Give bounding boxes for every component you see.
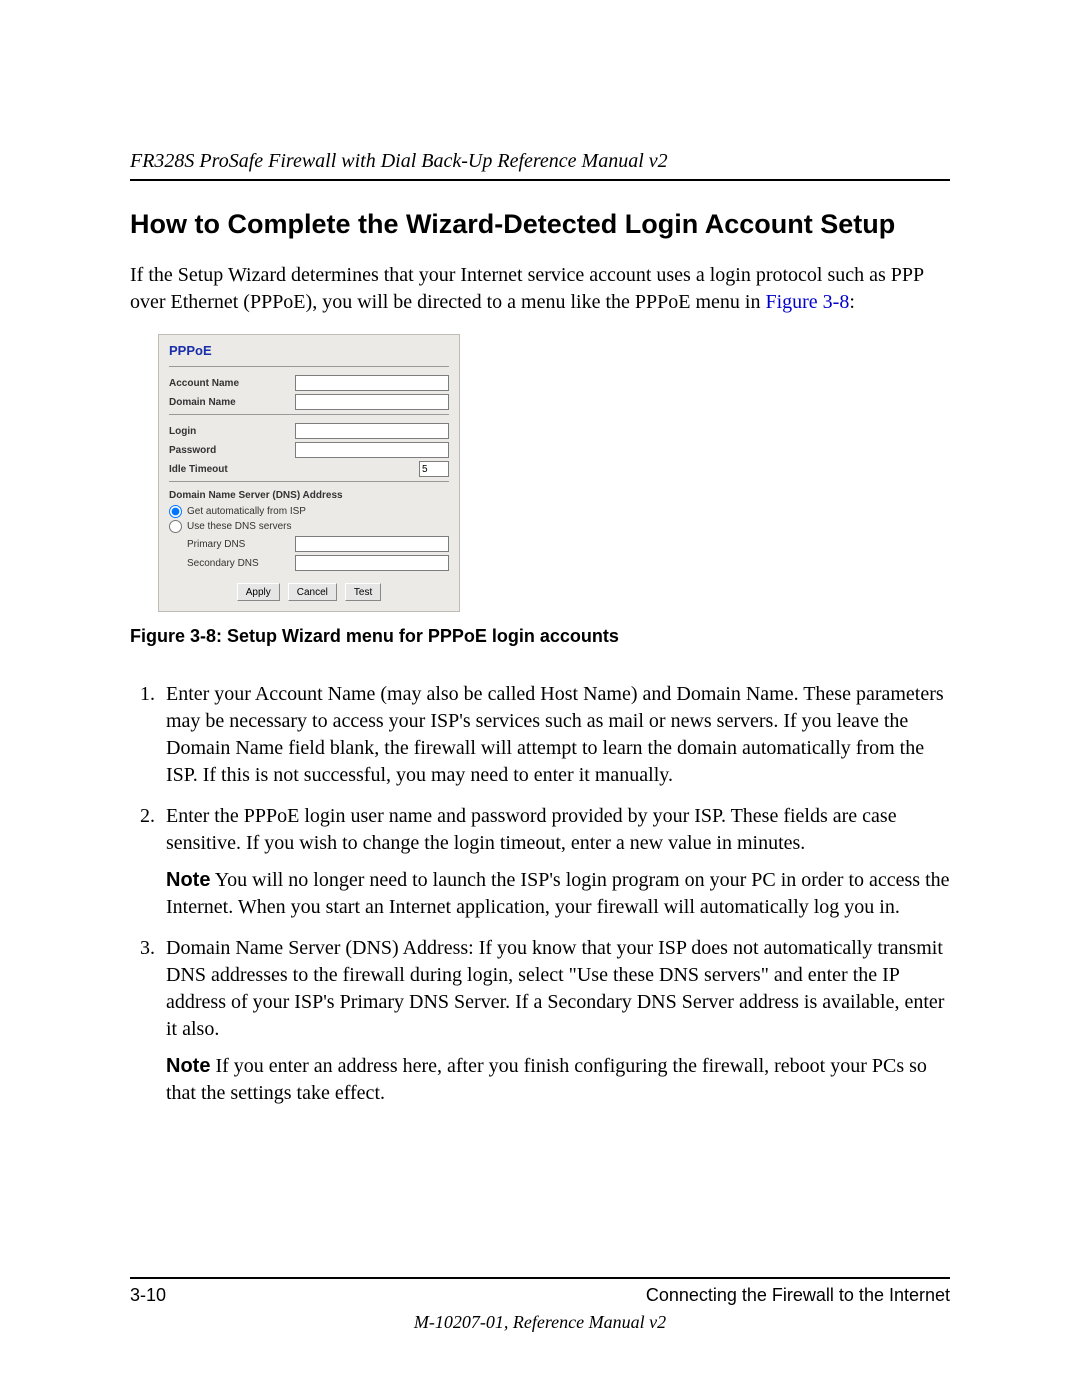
test-button[interactable]: Test xyxy=(345,583,381,601)
intro-text-b: : xyxy=(849,291,855,313)
secondary-dns-label: Secondary DNS xyxy=(187,558,289,569)
page-number: 3-10 xyxy=(130,1285,166,1306)
idle-timeout-label: Idle Timeout xyxy=(169,464,289,475)
steps-list: Enter your Account Name (may also be cal… xyxy=(130,681,950,1107)
header-rule xyxy=(130,179,950,181)
dns-auto-label: Get automatically from ISP xyxy=(187,506,306,517)
step-2: Enter the PPPoE login user name and pass… xyxy=(160,803,950,921)
idle-timeout-input[interactable] xyxy=(419,461,449,477)
doc-id: M-10207-01, Reference Manual v2 xyxy=(130,1312,950,1333)
step-3: Domain Name Server (DNS) Address: If you… xyxy=(160,935,950,1107)
dns-manual-radio[interactable]: Use these DNS servers xyxy=(169,520,449,533)
panel-title: PPPoE xyxy=(169,343,449,358)
chapter-title: Connecting the Firewall to the Internet xyxy=(646,1285,950,1306)
primary-dns-label: Primary DNS xyxy=(187,539,289,550)
account-name-input[interactable] xyxy=(295,375,449,391)
password-label: Password xyxy=(169,445,289,456)
password-input[interactable] xyxy=(295,442,449,458)
pppoe-screenshot: PPPoE Account Name Domain Name Login Pas… xyxy=(158,334,460,612)
dns-manual-label: Use these DNS servers xyxy=(187,521,291,532)
apply-button[interactable]: Apply xyxy=(237,583,280,601)
dns-auto-radio[interactable]: Get automatically from ISP xyxy=(169,505,449,518)
dns-section-heading: Domain Name Server (DNS) Address xyxy=(169,490,449,501)
step-2-text: Enter the PPPoE login user name and pass… xyxy=(166,805,897,854)
step-3-text: Domain Name Server (DNS) Address: If you… xyxy=(166,937,944,1040)
running-header: FR328S ProSafe Firewall with Dial Back-U… xyxy=(130,150,950,173)
dns-manual-radio-input[interactable] xyxy=(169,520,182,533)
step-1-text: Enter your Account Name (may also be cal… xyxy=(166,683,944,786)
cancel-button[interactable]: Cancel xyxy=(288,583,337,601)
primary-dns-input[interactable] xyxy=(295,536,449,552)
figure-caption: Figure 3-8: Setup Wizard menu for PPPoE … xyxy=(130,626,950,647)
login-input[interactable] xyxy=(295,423,449,439)
intro-paragraph: If the Setup Wizard determines that your… xyxy=(130,262,950,316)
dns-auto-radio-input[interactable] xyxy=(169,505,182,518)
section-title: How to Complete the Wizard-Detected Logi… xyxy=(130,209,950,240)
step-2-note-text: You will no longer need to launch the IS… xyxy=(166,869,950,918)
step-1: Enter your Account Name (may also be cal… xyxy=(160,681,950,789)
domain-name-label: Domain Name xyxy=(169,397,289,408)
step-3-note-label: Note xyxy=(166,1055,210,1077)
figure-xref: Figure 3-8 xyxy=(765,291,849,313)
step-3-note-text: If you enter an address here, after you … xyxy=(166,1055,927,1104)
step-2-note-label: Note xyxy=(166,869,210,891)
login-label: Login xyxy=(169,426,289,437)
domain-name-input[interactable] xyxy=(295,394,449,410)
account-name-label: Account Name xyxy=(169,378,289,389)
secondary-dns-input[interactable] xyxy=(295,555,449,571)
footer-rule xyxy=(130,1277,950,1279)
